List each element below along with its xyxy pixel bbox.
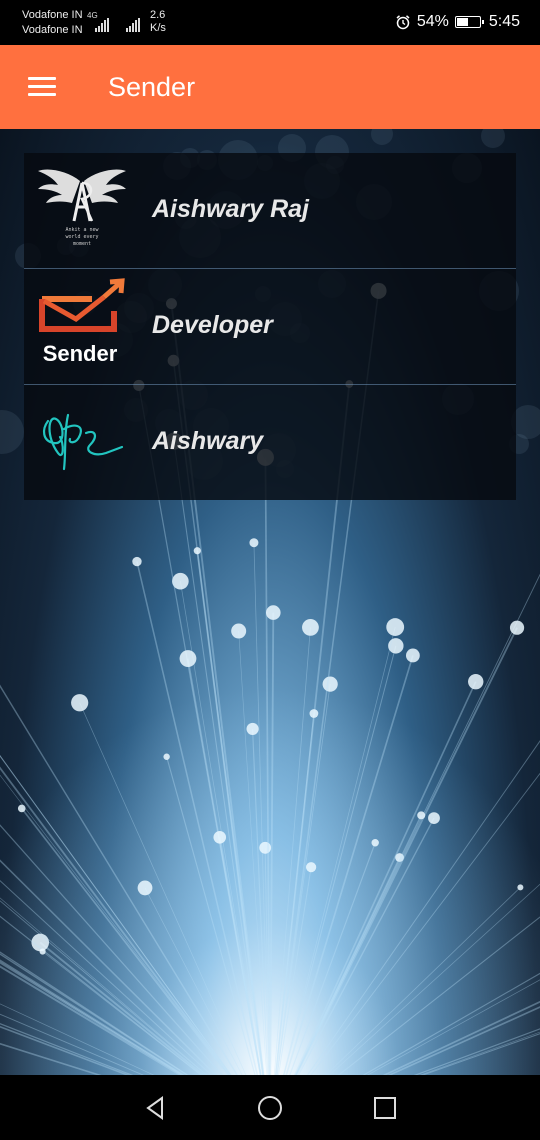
list-item[interactable]: Sender Developer [24,269,516,385]
contact-list: Ankit a new world every moment Aishwary … [24,153,516,500]
svg-text:world every: world every [65,234,98,240]
fiber-light [137,880,153,896]
signal-icon [95,14,110,32]
signal-icon [126,14,141,32]
fiber-light [428,812,440,825]
signature-logo [34,393,130,489]
fiber-light [306,862,317,873]
status-bar: Vodafone IN Vodafone IN 4G 2.6 K/s 54% 5… [0,0,540,45]
svg-text:Ankit a new: Ankit a new [65,227,99,233]
status-right: 54% 5:45 [395,13,520,31]
fiber-light [193,547,201,555]
network-speed-value: 2.6 [150,9,166,21]
fiber-light [213,830,227,844]
clock: 5:45 [488,13,520,30]
fiber-light [405,648,420,663]
battery-icon [454,16,484,28]
fiber-light [265,605,281,620]
carrier-1: Vodafone IN [22,9,83,21]
fiber-light [309,709,319,718]
sender-mail-logo: Sender [34,277,130,373]
fiber-light [322,676,338,692]
fiber-light [246,722,259,736]
logo-text: Sender [43,341,118,366]
fiber-light [259,841,272,854]
battery-fill [456,18,468,26]
network-speed: 2.6 K/s [150,9,166,35]
winged-monogram-logo: Ankit a new world every moment [34,161,130,257]
svg-text:moment: moment [73,241,91,247]
list-item-label: Developer [152,311,273,339]
recents-icon[interactable] [370,1093,400,1123]
fiber-light [17,804,26,813]
fiber-light [417,811,426,820]
fiber-light [71,694,89,712]
alarm-icon [396,15,410,30]
fiber-light [132,556,142,567]
app-bar: Sender [0,45,540,129]
fiber-light [163,753,170,760]
carrier-2: Vodafone IN [22,24,83,36]
fiber-light [39,948,46,955]
fiber-light [179,650,197,667]
fiber-light [371,839,379,847]
hamburger-menu-icon[interactable] [28,77,56,97]
fiber-light [302,619,319,636]
fiber-light [249,538,259,548]
list-item-label: Aishwary [152,427,264,455]
fiber-light [386,618,405,636]
fiber-light [468,673,484,690]
navigation-bar [0,1075,540,1140]
list-item[interactable]: Ankit a new world every moment Aishwary … [24,153,516,269]
list-item-label: Aishwary Raj [152,195,310,223]
carrier-names: Vodafone IN Vodafone IN [22,8,83,38]
list-item[interactable]: Aishwary [24,385,516,500]
page-title: Sender [108,72,196,102]
fiber-light [509,620,525,635]
glow [0,429,540,1075]
logo-text: Ankit a new world every moment [65,227,99,247]
fiber-light [231,623,247,639]
back-icon[interactable] [140,1093,170,1123]
network-speed-unit: K/s [150,22,166,34]
bokeh-light [371,129,393,145]
bokeh-light [481,129,505,148]
battery-percentage: 54% [416,13,449,30]
home-icon[interactable] [255,1093,285,1123]
fiber-light [517,884,524,891]
